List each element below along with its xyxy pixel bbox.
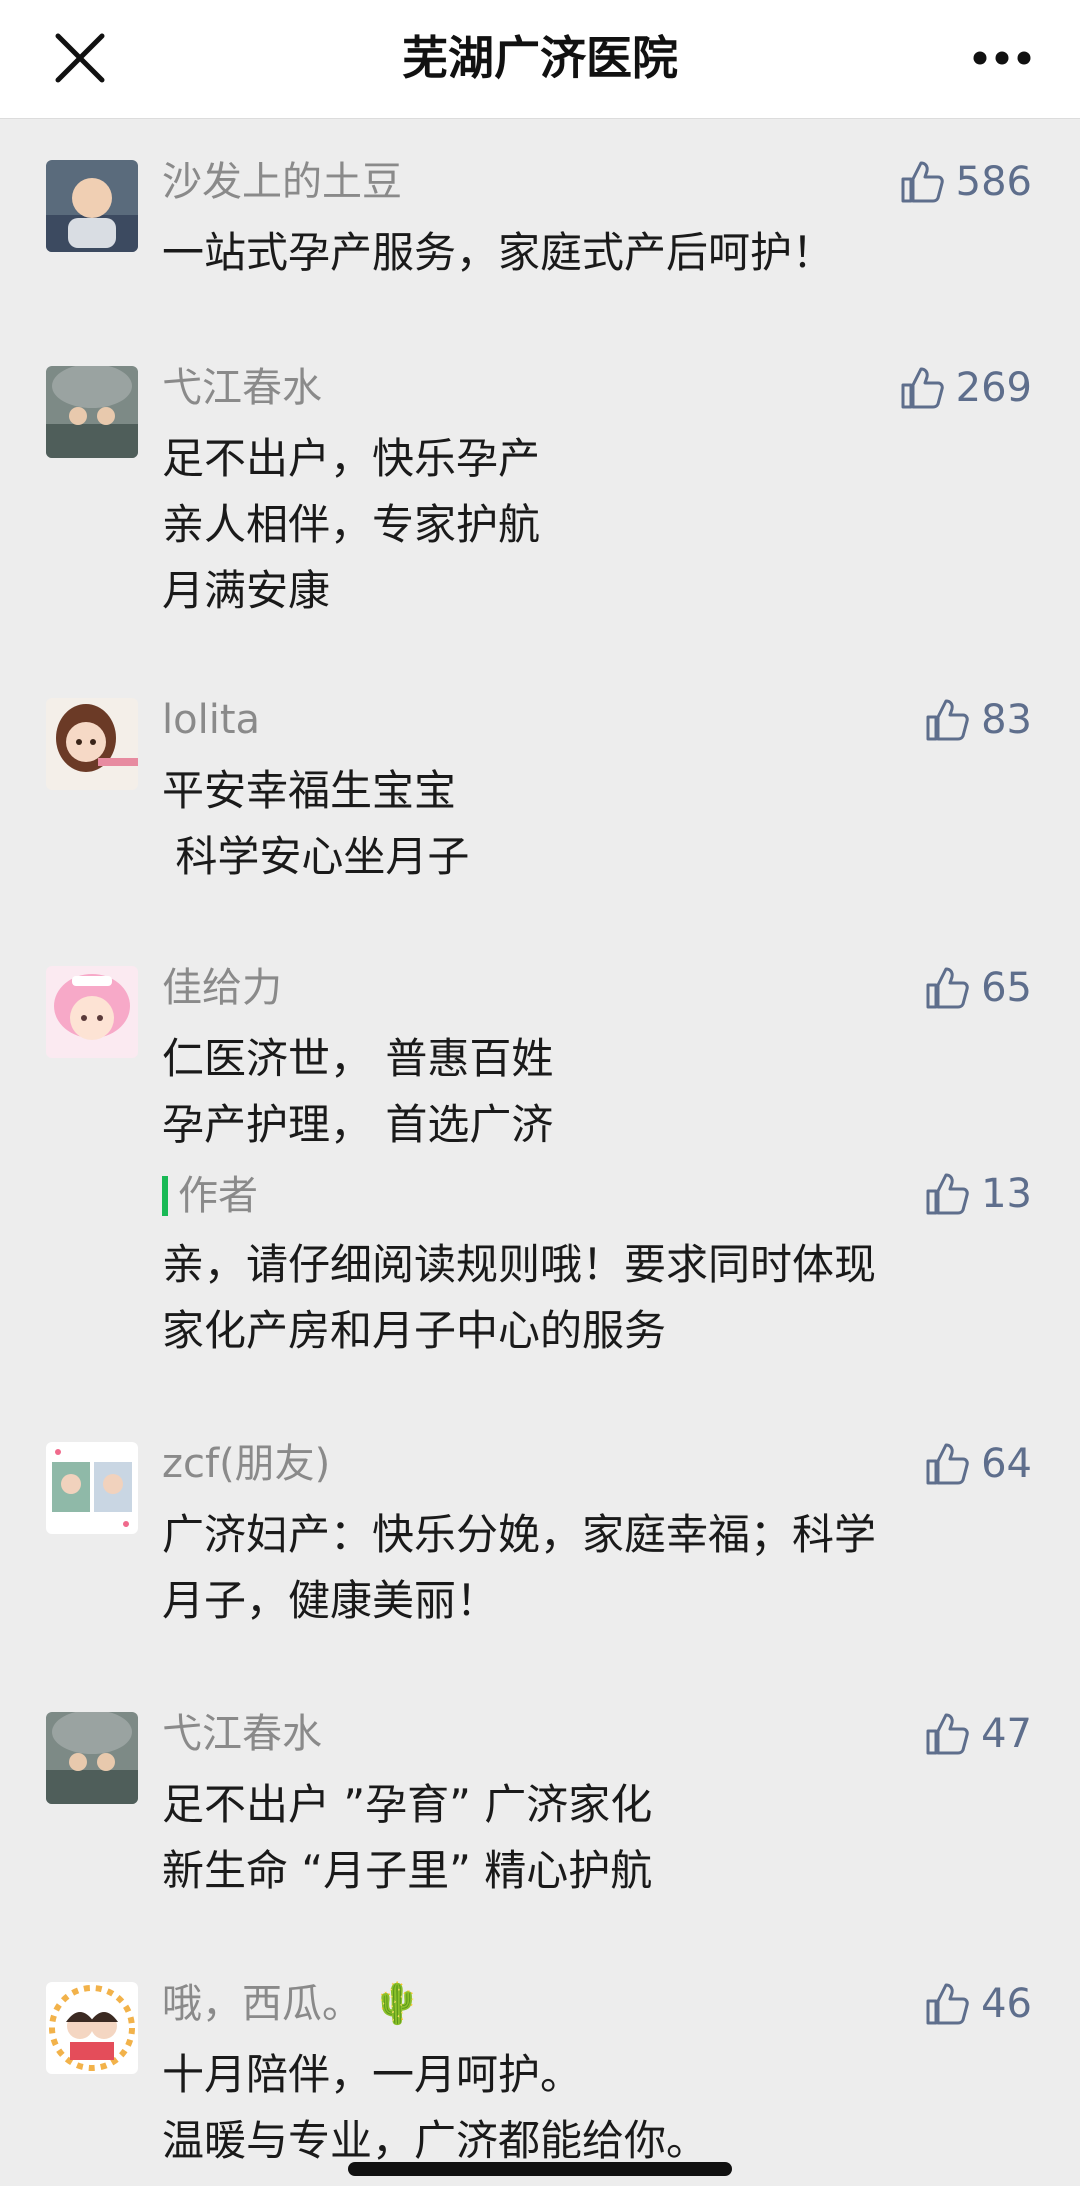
like-button[interactable]: 65 <box>923 962 1032 1014</box>
thumbs-up-icon <box>926 1983 969 2025</box>
reply-indicator-bar <box>162 1176 168 1216</box>
avatar[interactable] <box>46 1712 138 1804</box>
like-count: 586 <box>955 159 1032 205</box>
thumbs-up-icon <box>901 161 944 203</box>
comment-text: 广济妇产：快乐分娩，家庭幸福；科学 月子，健康美丽！ <box>162 1510 877 1625</box>
like-button[interactable]: 586 <box>898 156 1032 208</box>
like-count: 269 <box>955 365 1032 411</box>
comment-text: 一站式孕产服务，家庭式产后呵护！ <box>162 228 835 277</box>
like-button[interactable]: 13 <box>923 1168 1032 1220</box>
thumbs-up-icon <box>901 367 944 409</box>
avatar[interactable] <box>46 966 138 1058</box>
like-count: 65 <box>981 965 1032 1011</box>
thumbs-up-icon <box>926 699 969 741</box>
thumbs-up-icon <box>926 1443 969 1485</box>
like-count: 64 <box>981 1441 1032 1487</box>
like-button[interactable]: 47 <box>923 1708 1032 1760</box>
avatar[interactable] <box>46 698 138 790</box>
comment-text: 足不出户 ”孕育” 广济家化 新生命 “月子里” 精心护航 <box>162 1780 653 1895</box>
cactus-emoji: 🌵 <box>372 1981 422 2027</box>
avatar[interactable] <box>46 366 138 458</box>
comment-text: 足不出户，快乐孕产 亲人相伴，专家护航 月满安康 <box>162 434 541 615</box>
like-count: 83 <box>981 697 1032 743</box>
commenter-name: 弋江春水 <box>162 365 322 411</box>
reply-text: 亲，请仔细阅读规则哦！要求同时体现 家化产房和月子中心的服务 <box>162 1240 877 1355</box>
like-count: 47 <box>981 1711 1032 1757</box>
like-button[interactable]: 64 <box>923 1438 1032 1490</box>
like-button[interactable]: 83 <box>923 694 1032 746</box>
thumbs-up-icon <box>926 967 969 1009</box>
like-count: 46 <box>981 1981 1032 2027</box>
commenter-name: 哦，西瓜。 🌵 <box>162 1978 422 2030</box>
commenter-name: lolita <box>162 697 261 743</box>
more-options-icon[interactable] <box>972 50 1032 66</box>
thumbs-up-icon <box>926 1713 969 1755</box>
navigation-bar: 芜湖广济医院 <box>0 0 1080 119</box>
commenter-name: 沙发上的土豆 <box>162 159 402 205</box>
commenter-name-text: 哦，西瓜。 <box>162 1981 362 2027</box>
like-button[interactable]: 269 <box>898 362 1032 414</box>
author-label: 作者 <box>178 1173 258 1219</box>
avatar[interactable] <box>46 160 138 252</box>
avatar[interactable] <box>46 1982 138 2074</box>
comment-text: 平安幸福生宝宝 科学安心坐月子 <box>162 766 470 881</box>
home-indicator[interactable] <box>348 2162 732 2176</box>
page-title: 芜湖广济医院 <box>402 31 678 85</box>
avatar[interactable] <box>46 1442 138 1534</box>
commenter-name: 弋江春水 <box>162 1711 322 1757</box>
thumbs-up-icon <box>926 1173 969 1215</box>
comment-text: 十月陪伴，一月呵护。 温暖与专业，广济都能给你。 <box>162 2050 709 2165</box>
commenter-name: 佳给力 <box>162 965 282 1011</box>
commenter-name: zcf(朋友) <box>162 1441 331 1487</box>
comment-text: 仁医济世， 普惠百姓 孕产护理， 首选广济 <box>162 1034 554 1149</box>
like-button[interactable]: 46 <box>923 1978 1032 2030</box>
like-count: 13 <box>981 1171 1032 1217</box>
